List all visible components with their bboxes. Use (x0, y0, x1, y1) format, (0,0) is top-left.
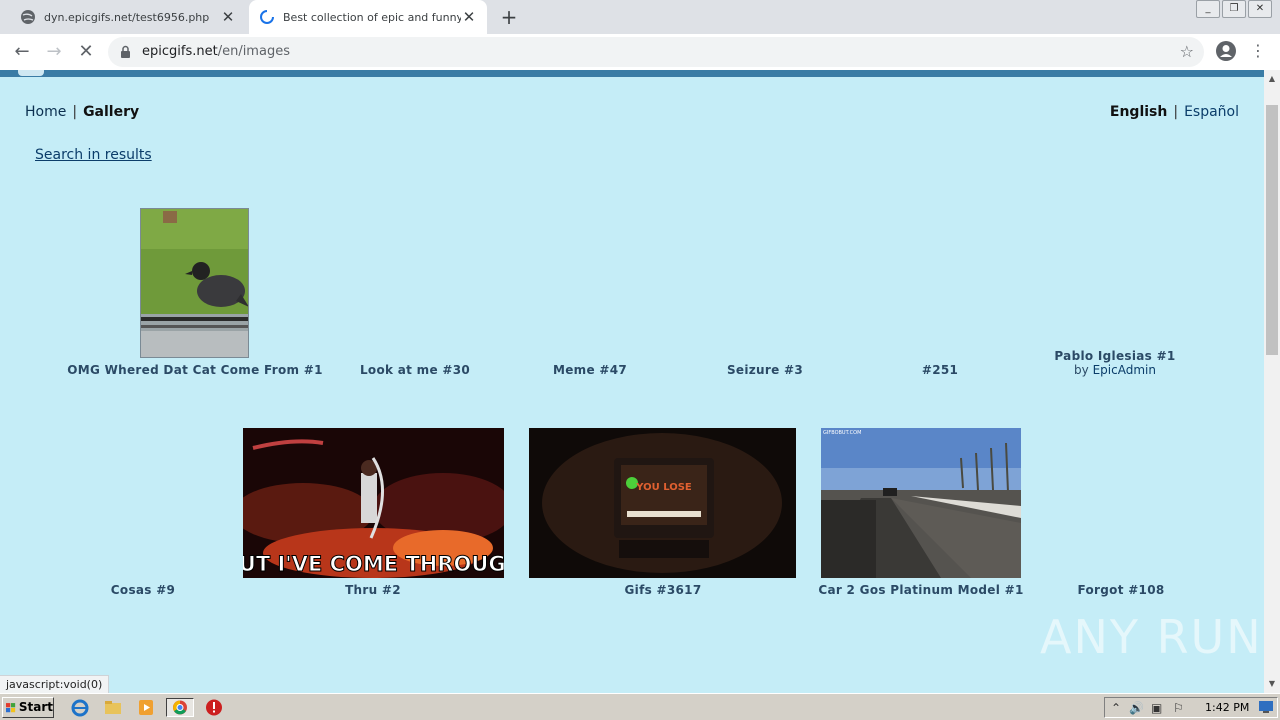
taskbar-clock[interactable]: 1:42 PM (1205, 701, 1249, 714)
page-scrollbar[interactable]: ▲ ▼ (1264, 70, 1280, 693)
gallery-item-title[interactable]: Cosas #9 (111, 583, 175, 597)
language-separator: | (1173, 104, 1179, 120)
gallery-item-byline: by EpicAdmin (1074, 363, 1156, 377)
tab-strip: dyn.epicgifs.net/test6956.php ✕ Best col… (0, 0, 1280, 34)
network-icon[interactable]: ▣ (1151, 701, 1162, 715)
page-viewport: Home | Gallery English | Español Search in r… (0, 70, 1264, 693)
url-host: epicgifs.net (142, 44, 218, 59)
thumbnail-caption: BUT I'VE COME THROUGH (243, 552, 504, 576)
scroll-down-arrow-icon[interactable]: ▼ (1264, 677, 1280, 691)
tab-title: dyn.epicgifs.net/test6956.php (44, 10, 210, 24)
author-link[interactable]: EpicAdmin (1093, 363, 1156, 377)
address-bar[interactable]: epicgifs.net/en/images ☆ (108, 37, 1204, 67)
status-bar: javascript:void(0) (0, 675, 110, 693)
tab-test-page[interactable]: dyn.epicgifs.net/test6956.php ✕ (10, 0, 246, 34)
anyrun-watermark: ANY RUN (1040, 610, 1263, 664)
close-window-button[interactable]: ✕ (1248, 0, 1272, 18)
profile-avatar-icon[interactable] (1215, 40, 1237, 62)
tab-epicgifs[interactable]: Best collection of epic and funny gifs ✕ (249, 0, 487, 34)
start-label: Start (18, 700, 53, 714)
search-in-results-link[interactable]: Search in results (35, 147, 152, 163)
bookmark-star-icon[interactable]: ☆ (1180, 42, 1194, 61)
thumbnail-watermark: GIFBOBUT.COM (823, 430, 861, 436)
loading-spinner-icon (260, 10, 274, 24)
thumbnail-road[interactable]: GIFBOBUT.COM (821, 428, 1021, 578)
gallery-item-title[interactable]: Look at me #30 (360, 363, 470, 377)
language-current: English (1109, 104, 1168, 120)
stop-sign-icon[interactable] (204, 698, 224, 717)
gallery-item-title[interactable]: Thru #2 (345, 583, 401, 597)
breadcrumb-home-link[interactable]: Home (25, 104, 66, 120)
thumbnail-crow[interactable] (140, 208, 249, 358)
site-header-band (0, 70, 1264, 77)
gallery-item-title[interactable]: OMG Whered Dat Cat Come From #1 (67, 363, 323, 377)
tv-thumbnail-image: YOU LOSE (529, 428, 796, 578)
globe-icon (21, 10, 35, 24)
back-button[interactable]: ← (10, 40, 34, 64)
gallery-item-title[interactable]: #251 (922, 363, 958, 377)
gallery-item-title[interactable]: Pablo Iglesias #1 (1054, 349, 1175, 363)
concert-thumbnail-image: BUT I'VE COME THROUGH (243, 428, 504, 578)
scroll-thumb[interactable] (1266, 105, 1278, 355)
show-desktop-icon[interactable] (1259, 701, 1273, 713)
action-center-flag-icon[interactable]: ⚐ (1173, 701, 1184, 715)
tab-title: Best collection of epic and funny gifs (283, 10, 461, 24)
site-logo[interactable] (18, 70, 44, 76)
show-hidden-icons-icon[interactable]: ⌃ (1111, 701, 1121, 715)
gallery-item-title[interactable]: Forgot #108 (1077, 583, 1164, 597)
windows-taskbar: Start ⌃ 🔊 ▣ ⚐ 1:42 PM (0, 693, 1280, 720)
chrome-taskbar-button[interactable] (166, 698, 194, 717)
minimize-button[interactable]: _ (1196, 0, 1220, 18)
file-explorer-icon[interactable] (103, 698, 123, 717)
restore-button[interactable]: ❐ (1222, 0, 1246, 18)
breadcrumb-current: Gallery (83, 104, 140, 120)
forward-button[interactable]: → (42, 40, 66, 64)
thumbnail-tv[interactable]: YOU LOSE (529, 428, 796, 578)
gallery-item-title[interactable]: Meme #47 (553, 363, 627, 377)
internet-explorer-icon[interactable] (70, 698, 90, 717)
crow-thumbnail-image (141, 209, 248, 357)
url-text: epicgifs.net/en/images (142, 44, 290, 59)
gallery-item-title[interactable]: Car 2 Gos Platinum Model #1 (818, 583, 1023, 597)
breadcrumb: Home | Gallery (25, 104, 139, 120)
media-player-icon[interactable] (136, 698, 156, 717)
byline-prefix: by (1074, 363, 1089, 377)
window-controls: _ ❐ ✕ (1194, 0, 1272, 18)
gallery-item-title[interactable]: Gifs #3617 (625, 583, 702, 597)
browser-toolbar: ← → ✕ epicgifs.net/en/images ☆ (0, 34, 1280, 70)
new-tab-button[interactable]: + (498, 6, 520, 28)
volume-icon[interactable]: 🔊 (1129, 701, 1144, 715)
gallery-item-title[interactable]: Seizure #3 (727, 363, 803, 377)
tv-screen-text: YOU LOSE (635, 482, 692, 493)
system-tray: ⌃ 🔊 ▣ ⚐ 1:42 PM (1104, 697, 1278, 718)
lock-icon[interactable] (120, 45, 131, 59)
thumbnail-concert[interactable]: BUT I'VE COME THROUGH (243, 428, 504, 578)
stop-loading-button[interactable]: ✕ (74, 40, 98, 64)
language-switcher: English | Español (1110, 104, 1239, 120)
chrome-icon (173, 700, 187, 715)
url-path: /en/images (217, 44, 290, 59)
browser-menu-icon[interactable]: ⋮ (1250, 40, 1266, 62)
breadcrumb-separator: | (72, 104, 78, 120)
windows-flag-icon (6, 702, 16, 712)
scroll-up-arrow-icon[interactable]: ▲ (1264, 72, 1280, 86)
close-tab-icon[interactable]: ✕ (461, 9, 477, 25)
language-spanish-link[interactable]: Español (1184, 104, 1239, 120)
start-button[interactable]: Start (2, 697, 54, 718)
close-tab-icon[interactable]: ✕ (220, 9, 236, 25)
road-thumbnail-image: GIFBOBUT.COM (821, 428, 1021, 578)
